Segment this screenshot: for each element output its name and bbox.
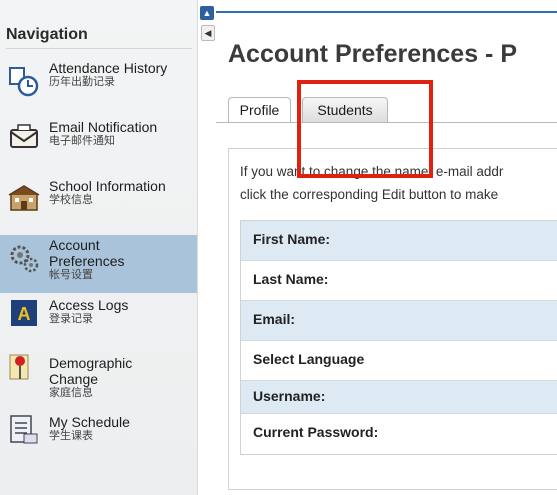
sidebar-item-account-preferences[interactable]: Account Preferences 帐号设置 bbox=[0, 235, 197, 293]
envelope-icon bbox=[10, 124, 38, 148]
intro-line: click the corresponding Edit button to m… bbox=[240, 187, 499, 202]
sidebar: Navigation Attendance History 历年出勤记录 Ema… bbox=[0, 0, 198, 495]
sidebar-divider bbox=[6, 48, 192, 49]
field-current-password: Current Password: bbox=[253, 424, 379, 440]
sidebar-item-label: Email Notification bbox=[49, 119, 158, 135]
profile-form-table: First Name: Last Name: Email: Select Lan… bbox=[240, 220, 557, 455]
field-first-name: First Name: bbox=[241, 221, 557, 261]
sidebar-item-label: Demographic Change bbox=[49, 355, 133, 387]
sidebar-item-label: My Schedule bbox=[49, 414, 130, 430]
highlight-annotation bbox=[297, 80, 433, 178]
field-last-name: Last Name: bbox=[241, 261, 557, 301]
sidebar-item-label: Attendance History bbox=[49, 60, 168, 76]
sidebar-item-sublabel: 学生课表 bbox=[49, 430, 93, 442]
svg-text:A: A bbox=[18, 304, 31, 324]
sidebar-item-label: Access Logs bbox=[49, 297, 129, 313]
sidebar-item-school-information[interactable]: School Information 学校信息 bbox=[0, 178, 197, 234]
header-accent-line bbox=[216, 11, 557, 13]
field-select-language: Select Language bbox=[241, 341, 557, 381]
sidebar-item-access-logs[interactable]: A Access Logs 登录记录 bbox=[0, 297, 197, 353]
sidebar-item-sublabel: 学校信息 bbox=[49, 194, 93, 206]
collapse-up-icon[interactable]: ▲ bbox=[200, 6, 214, 20]
collapse-sidebar-arrow-icon[interactable]: ◀ bbox=[201, 25, 215, 41]
tab-profile[interactable]: Profile bbox=[228, 97, 291, 123]
sidebar-item-my-schedule[interactable]: My Schedule 学生课表 bbox=[0, 414, 197, 470]
sidebar-item-email-notification[interactable]: Email Notification 电子邮件通知 bbox=[0, 119, 197, 175]
school-building-icon bbox=[8, 185, 40, 211]
sidebar-item-label: School Information bbox=[49, 178, 166, 194]
clock-calendar-icon bbox=[9, 67, 39, 97]
sidebar-item-sublabel: 历年出勤记录 bbox=[49, 76, 115, 88]
sidebar-item-demographic-change[interactable]: Demographic Change 家庭信息 bbox=[0, 354, 197, 411]
sidebar-item-label: Account Preferences bbox=[49, 237, 125, 269]
field-username: Username: bbox=[241, 381, 557, 414]
sidebar-item-sublabel: 家庭信息 bbox=[49, 387, 93, 399]
page-title: Account Preferences - P bbox=[228, 40, 517, 68]
sidebar-item-sublabel: 帐号设置 bbox=[49, 269, 93, 281]
sidebar-item-sublabel: 电子邮件通知 bbox=[49, 135, 115, 147]
field-email: Email: bbox=[241, 301, 557, 341]
map-pin-icon bbox=[9, 354, 29, 380]
sidebar-item-sublabel: 登录记录 bbox=[49, 313, 93, 325]
gears-icon bbox=[10, 245, 39, 273]
sidebar-title: Navigation bbox=[6, 26, 88, 43]
sidebar-item-attendance-history[interactable]: Attendance History 历年出勤记录 bbox=[0, 60, 197, 116]
access-log-a-icon: A bbox=[11, 300, 37, 326]
schedule-list-icon bbox=[10, 415, 38, 444]
